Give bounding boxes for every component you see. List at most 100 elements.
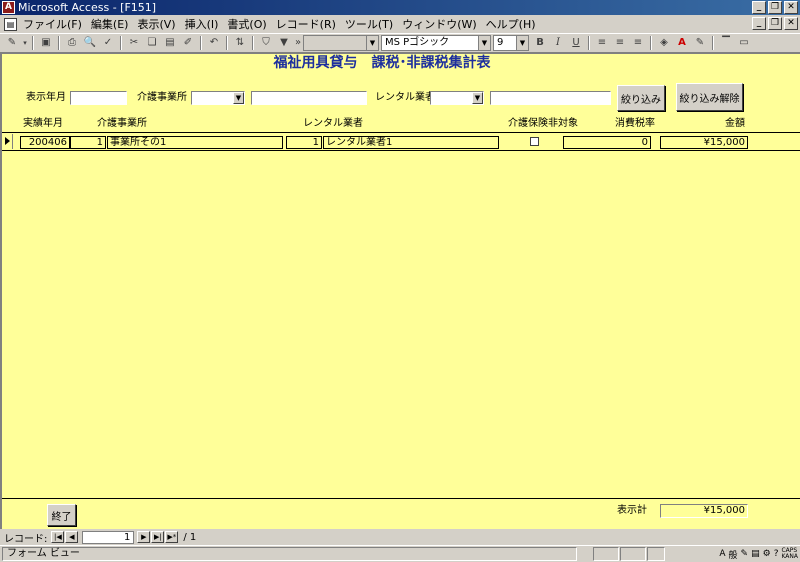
view-dropdown-icon[interactable]: ▾	[21, 35, 29, 51]
fill-color-icon[interactable]: ◈	[655, 35, 673, 51]
undo-icon[interactable]: ↶	[205, 35, 223, 51]
save-icon[interactable]: ▣	[37, 35, 55, 51]
print-preview-icon[interactable]: 🔍	[81, 35, 99, 51]
col-office-header: 介護事業所	[97, 118, 147, 129]
align-center-icon[interactable]: ≡	[611, 35, 629, 51]
apply-filter-icon[interactable]: ▼	[275, 35, 293, 51]
row-rental-no-cell[interactable]: 1	[286, 136, 322, 149]
previous-record-button[interactable]: ◀	[65, 531, 79, 543]
status-panel-2	[620, 547, 646, 561]
menu-window[interactable]: ウィンドウ(W)	[402, 16, 476, 32]
ime-general-label[interactable]: 般	[729, 548, 738, 561]
italic-button[interactable]: I	[549, 35, 567, 51]
rental-label: レンタル業者	[375, 92, 435, 103]
ime-properties-icon[interactable]: ⚙	[763, 549, 771, 559]
care-office-combo[interactable]: ▼	[191, 91, 245, 105]
ime-mode-icon[interactable]: A	[719, 549, 725, 559]
col-month-header: 実績年月	[23, 118, 63, 129]
col-taxrate-header: 消費税率	[615, 118, 655, 129]
row-nontax-checkbox[interactable]	[530, 137, 539, 146]
font-size-combo[interactable]: 9 ▼	[493, 35, 529, 51]
menu-insert[interactable]: 挿入(I)	[185, 16, 219, 32]
care-office-name-field	[251, 91, 367, 105]
minimize-button[interactable]: _	[752, 1, 766, 14]
formatting-toolbar: ✎ ▾ ▣ ⎙ 🔍 ✓ ✂ ❏ ▤ ✐ ↶ ⇅ ⛉ ▼ » ▼ MS Pゴシック…	[0, 33, 800, 53]
mdi-minimize-button[interactable]: _	[752, 17, 766, 30]
record-total-count: / 1	[183, 531, 197, 543]
form-document-icon[interactable]: ▤	[4, 17, 17, 31]
toolbar-expand-icon[interactable]: »	[293, 35, 303, 51]
ime-help-icon[interactable]: ?	[774, 549, 779, 559]
display-month-input[interactable]	[70, 91, 127, 105]
rental-name-field	[490, 91, 611, 105]
font-color-icon[interactable]: A	[673, 35, 691, 51]
clear-filter-button[interactable]: 絞り込み解除	[676, 83, 743, 111]
access-app-icon[interactable]: A	[2, 1, 15, 14]
total-label: 表示計	[617, 505, 647, 516]
title-bar: A Microsoft Access - [F151] _ ❐ ✕	[0, 0, 800, 15]
row-office-name-cell[interactable]: 事業所その1	[107, 136, 283, 149]
last-record-button[interactable]: ▶|	[151, 531, 165, 543]
copy-icon[interactable]: ❏	[143, 35, 161, 51]
menu-view[interactable]: 表示(V)	[137, 16, 175, 32]
special-effect-icon[interactable]: ▭	[735, 35, 753, 51]
menu-file[interactable]: ファイル(F)	[23, 16, 82, 32]
restore-button[interactable]: ❐	[768, 1, 782, 14]
spellcheck-icon[interactable]: ✓	[99, 35, 117, 51]
line-width-icon[interactable]: ▔	[717, 35, 735, 51]
menu-edit[interactable]: 編集(E)	[91, 16, 129, 32]
col-nontax-header: 介護保険非対象	[508, 118, 578, 129]
rental-combo[interactable]: ▼	[430, 91, 484, 105]
menu-tools[interactable]: ツール(T)	[345, 16, 393, 32]
footer-divider	[2, 498, 800, 499]
ime-pad-icon[interactable]: ✎	[741, 549, 749, 559]
row-taxrate-cell[interactable]: 0	[563, 136, 651, 149]
menu-bar: ▤ ファイル(F) 編集(E) 表示(V) 挿入(I) 書式(O) レコード(R…	[0, 15, 800, 33]
close-window-button[interactable]: ✕	[784, 1, 798, 14]
mdi-restore-button[interactable]: ❐	[768, 17, 782, 30]
current-record-input[interactable]: 1	[82, 530, 135, 544]
align-right-icon[interactable]: ≡	[629, 35, 647, 51]
menu-format[interactable]: 書式(O)	[227, 16, 266, 32]
care-office-label: 介護事業所	[137, 92, 187, 103]
bold-button[interactable]: B	[531, 35, 549, 51]
ime-dictionary-icon[interactable]: ▤	[751, 549, 760, 559]
sort-icon[interactable]: ⇅	[231, 35, 249, 51]
cut-icon[interactable]: ✂	[125, 35, 143, 51]
record-selector[interactable]	[2, 134, 13, 149]
total-value-field: ¥15,000	[660, 504, 748, 518]
record-navigation-bar: レコード: |◀ ◀ 1 ▶ ▶| ▶* / 1	[0, 529, 800, 545]
row-month-cell[interactable]: 200406	[20, 136, 70, 149]
status-panel-1	[593, 547, 619, 561]
status-panel-3	[647, 547, 665, 561]
form-body: 福祉用具貸与 課税･非課税集計表 表示年月 介護事業所 ▼ レンタル業者 ▼ 絞…	[0, 53, 800, 529]
view-design-icon[interactable]: ✎	[3, 35, 21, 51]
line-color-icon[interactable]: ✎	[691, 35, 709, 51]
window-title: Microsoft Access - [F151]	[18, 1, 157, 14]
mdi-close-button[interactable]: ✕	[784, 17, 798, 30]
col-rental-header: レンタル業者	[303, 118, 363, 129]
next-record-button[interactable]: ▶	[137, 531, 151, 543]
object-combo[interactable]: ▼	[303, 35, 379, 51]
row-office-no-cell[interactable]: 1	[70, 136, 106, 149]
menu-records[interactable]: レコード(R)	[276, 16, 336, 32]
print-icon[interactable]: ⎙	[63, 35, 81, 51]
format-painter-icon[interactable]: ✐	[179, 35, 197, 51]
header-divider	[2, 132, 800, 133]
paste-icon[interactable]: ▤	[161, 35, 179, 51]
align-left-icon[interactable]: ≡	[593, 35, 611, 51]
first-record-button[interactable]: |◀	[51, 531, 65, 543]
row-rental-name-cell[interactable]: レンタル業者1	[323, 136, 499, 149]
underline-button[interactable]: U	[567, 35, 585, 51]
form-title: 福祉用具貸与 課税･非課税集計表	[273, 55, 491, 71]
row-amount-cell[interactable]: ¥15,000	[660, 136, 748, 149]
row-divider	[2, 150, 800, 151]
filter-by-form-icon[interactable]: ⛉	[257, 35, 275, 51]
menu-help[interactable]: ヘルプ(H)	[486, 16, 536, 32]
close-form-button[interactable]: 終了	[47, 504, 76, 526]
font-name-combo[interactable]: MS Pゴシック ▼	[381, 35, 491, 51]
new-record-button[interactable]: ▶*	[165, 531, 179, 543]
record-nav-label: レコード:	[4, 533, 48, 545]
caps-kana-indicator: CAPS KANA	[781, 547, 798, 560]
filter-button[interactable]: 絞り込み	[617, 85, 665, 111]
